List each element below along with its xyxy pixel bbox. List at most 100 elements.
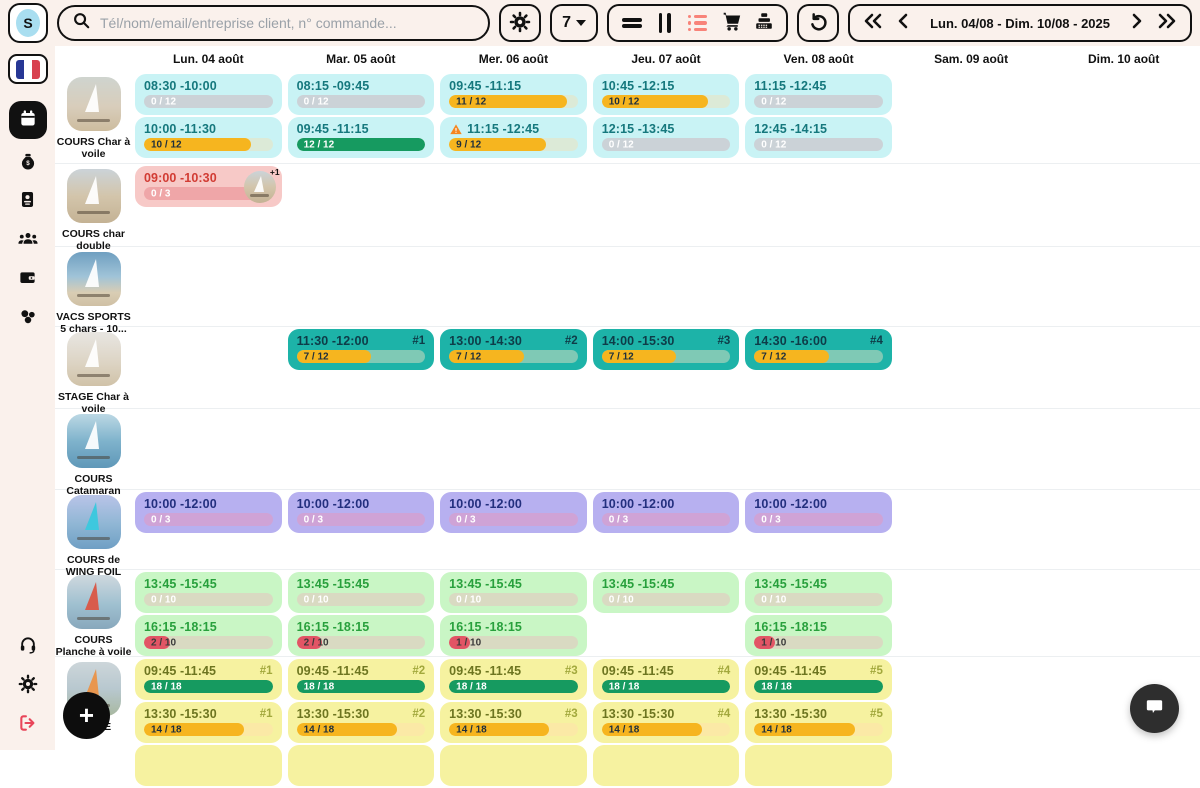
session-card[interactable] (288, 745, 435, 786)
session-card[interactable]: 13:30 -15:30#414 / 18 (593, 702, 740, 743)
session-card[interactable]: 16:15 -18:151 / 10 (440, 615, 587, 656)
calendar-cell: 14:00 -15:30#37 / 12 (590, 327, 743, 416)
session-card[interactable]: 09:00 -10:300 / 3+1 (135, 166, 282, 207)
calendar-cell (895, 327, 1048, 416)
capacity-count: 0 / 10 (304, 594, 329, 605)
session-card[interactable]: 09:45 -11:45#318 / 18 (440, 659, 587, 700)
course-label-cell[interactable]: COURS de WING FOIL (55, 490, 132, 579)
session-card[interactable]: 16:15 -18:152 / 10 (135, 615, 282, 656)
search-input[interactable] (98, 14, 474, 32)
sidebar-item-clients[interactable] (9, 226, 47, 256)
session-card[interactable]: 09:45 -11:45#418 / 18 (593, 659, 740, 700)
session-card[interactable]: 10:00 -12:000 / 3 (440, 492, 587, 533)
search-bar[interactable] (57, 5, 490, 41)
session-card[interactable]: 13:30 -15:30#114 / 18 (135, 702, 282, 743)
cash-register-button[interactable] (747, 7, 780, 39)
session-time: 14:00 -15:30 (602, 334, 675, 348)
session-card[interactable]: 08:30 -10:000 / 12 (135, 74, 282, 115)
session-card[interactable]: 13:30 -15:30#514 / 18 (745, 702, 892, 743)
cart-button[interactable] (714, 7, 747, 39)
equals-icon (622, 16, 642, 31)
session-card[interactable]: 09:45 -11:45#218 / 18 (288, 659, 435, 700)
session-card[interactable]: 11:30 -12:00#17 / 12 (288, 329, 435, 370)
calendar-cell: 09:00 -10:300 / 3+1 (132, 164, 285, 253)
next-period-button[interactable] (1154, 8, 1180, 38)
previous-day-button[interactable] (890, 8, 916, 38)
session-card[interactable]: 10:00 -12:000 / 3 (745, 492, 892, 533)
session-card[interactable] (593, 745, 740, 786)
session-card[interactable]: 08:15 -09:450 / 12 (288, 74, 435, 115)
bubbles-icon (18, 307, 38, 332)
refresh-undo-button[interactable] (797, 4, 839, 42)
language-flag-button[interactable] (8, 54, 48, 84)
list-view-button[interactable] (681, 7, 714, 39)
add-button[interactable]: + (63, 692, 110, 739)
session-card[interactable]: 09:45 -11:45#118 / 18 (135, 659, 282, 700)
previous-period-button[interactable] (860, 8, 886, 38)
session-card[interactable]: 13:30 -15:30#314 / 18 (440, 702, 587, 743)
sidebar-item-calendar[interactable] (9, 101, 47, 139)
days-count-selector[interactable]: 7 (550, 4, 598, 42)
session-card[interactable]: 12:15 -13:450 / 12 (593, 117, 740, 158)
sidebar-item-contacts[interactable] (9, 187, 47, 217)
capacity-count: 18 / 18 (304, 681, 335, 692)
course-label-cell[interactable]: COURS Catamaran (55, 409, 132, 498)
course-label-cell[interactable]: COURS Planche à voile (55, 570, 132, 659)
course-label-cell[interactable]: VACS SPORTS 5 chars - 10... (55, 247, 132, 336)
calendar-cell (895, 409, 1048, 498)
capacity-bar: 0 / 3 (602, 513, 731, 526)
session-card[interactable]: 09:45 -11:1512 / 12 (288, 117, 435, 158)
session-card[interactable] (440, 745, 587, 786)
capacity-count: 1 / 10 (761, 637, 786, 648)
sidebar-item-support[interactable] (9, 632, 47, 662)
course-label-cell[interactable]: COURS char double (55, 164, 132, 253)
sidebar-item-wallet[interactable] (9, 265, 47, 295)
rows-view-button[interactable] (615, 7, 648, 39)
sidebar-item-resources[interactable] (9, 304, 47, 334)
capacity-count: 0 / 3 (456, 514, 475, 525)
session-card[interactable]: 13:45 -15:450 / 10 (440, 572, 587, 613)
session-time: 08:15 -09:45 (297, 79, 370, 93)
session-card[interactable]: 10:45 -12:1510 / 12 (593, 74, 740, 115)
sidebar-item-sales[interactable]: $ (9, 148, 47, 178)
sidebar-item-logout[interactable] (9, 710, 47, 740)
session-card[interactable]: 09:45 -11:45#518 / 18 (745, 659, 892, 700)
session-card[interactable]: 16:15 -18:151 / 10 (745, 615, 892, 656)
capacity-count: 1 / 10 (456, 637, 481, 648)
capacity-count: 10 / 12 (151, 139, 182, 150)
session-card[interactable]: 13:45 -15:450 / 10 (135, 572, 282, 613)
calendar-cell: 10:00 -12:000 / 3 (590, 490, 743, 579)
session-card[interactable]: 16:15 -18:152 / 10 (288, 615, 435, 656)
course-label-cell[interactable]: STAGE Char à voile (55, 327, 132, 416)
session-card[interactable] (135, 745, 282, 786)
session-card[interactable]: 10:00 -12:000 / 3 (288, 492, 435, 533)
course-label-cell[interactable]: COURS Char à voile (55, 72, 132, 163)
day-header: Mar. 05 août (285, 52, 438, 66)
session-card[interactable]: 09:45 -11:1511 / 12 (440, 74, 587, 115)
session-card[interactable]: 13:00 -14:30#27 / 12 (440, 329, 587, 370)
columns-view-button[interactable] (648, 7, 681, 39)
session-card[interactable]: 10:00 -12:000 / 3 (593, 492, 740, 533)
session-extra-avatar[interactable]: +1 (244, 171, 276, 203)
session-card[interactable]: 13:45 -15:450 / 10 (745, 572, 892, 613)
next-day-button[interactable] (1124, 8, 1150, 38)
calendar-cell (437, 164, 590, 253)
sidebar-item-settings[interactable] (9, 671, 47, 701)
session-card[interactable]: 13:45 -15:450 / 10 (288, 572, 435, 613)
calendar-cell: 13:45 -15:450 / 1016:15 -18:151 / 10 (742, 570, 895, 659)
session-card[interactable]: 14:00 -15:30#37 / 12 (593, 329, 740, 370)
user-avatar-button[interactable]: S (8, 3, 48, 43)
session-card[interactable]: 11:15 -12:459 / 12 (440, 117, 587, 158)
session-card[interactable]: 13:30 -15:30#214 / 18 (288, 702, 435, 743)
session-card[interactable]: 10:00 -12:000 / 3 (135, 492, 282, 533)
calendar-cell (590, 164, 743, 253)
session-card[interactable] (745, 745, 892, 786)
session-card[interactable]: 13:45 -15:450 / 10 (593, 572, 740, 613)
session-time: 09:45 -11:15 (297, 122, 369, 136)
session-card[interactable]: 12:45 -14:150 / 12 (745, 117, 892, 158)
settings-gear-button[interactable] (499, 4, 541, 42)
session-card[interactable]: 11:15 -12:450 / 12 (745, 74, 892, 115)
session-card[interactable]: 10:00 -11:3010 / 12 (135, 117, 282, 158)
session-card[interactable]: 14:30 -16:00#47 / 12 (745, 329, 892, 370)
chat-button[interactable] (1130, 684, 1179, 733)
